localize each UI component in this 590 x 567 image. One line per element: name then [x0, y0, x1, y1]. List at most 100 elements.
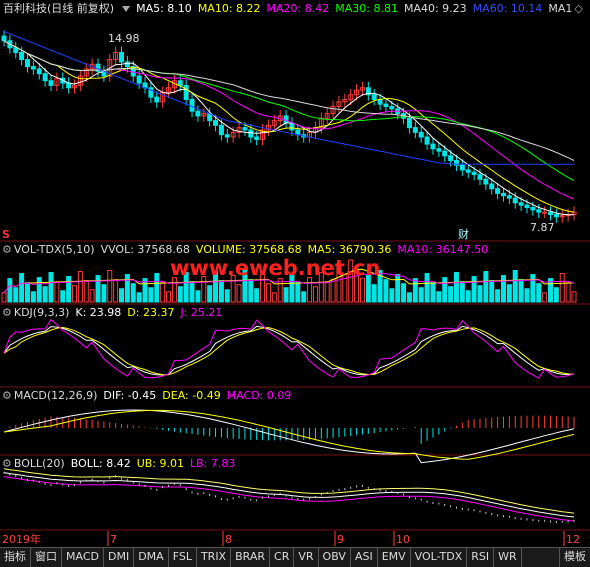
stock-chart[interactable]: 14.98 7.87 S 财 2019年 7 8 9 10 12 [0, 0, 590, 566]
low-price-label: 7.87 [530, 221, 555, 234]
volume-bar [25, 282, 31, 303]
volume-bar [506, 284, 512, 303]
candle-body [530, 206, 536, 211]
volume-bar [1, 292, 7, 303]
tab-vr[interactable]: VR [294, 548, 319, 567]
candle-body [459, 164, 465, 171]
candle-body [430, 143, 436, 150]
candle-body [189, 98, 195, 112]
candle-body [553, 214, 559, 218]
tab-fsl[interactable]: FSL [169, 548, 197, 567]
candle-body [436, 148, 442, 152]
candle-body [124, 61, 130, 68]
candle-body [412, 127, 418, 133]
candle-body [506, 195, 512, 199]
tab-dmi[interactable]: DMI [104, 548, 135, 567]
template-tab[interactable]: 模板 [559, 548, 590, 567]
volume-bar [442, 277, 448, 303]
candle-body [512, 197, 518, 204]
tab-brar[interactable]: BRAR [231, 548, 271, 567]
candle-body [371, 94, 377, 100]
volume-bar [7, 278, 13, 303]
volume-bar [101, 284, 107, 303]
tab-trix[interactable]: TRIX [197, 548, 232, 567]
volume-bar [436, 291, 442, 303]
volume-bar [471, 276, 477, 303]
x-label-12: 12 [566, 533, 580, 546]
candle-body [13, 47, 19, 54]
volume-bar [483, 271, 489, 303]
volume-bar [418, 287, 424, 303]
volume-bar [301, 291, 307, 303]
volume-bar [465, 290, 471, 303]
volume-bar [148, 287, 154, 303]
tab-vol-tdx[interactable]: VOL-TDX [411, 548, 468, 567]
volume-bar [559, 273, 565, 303]
candle-body [518, 202, 524, 206]
volume-bar [565, 282, 571, 303]
tab-窗口[interactable]: 窗口 [31, 548, 62, 567]
candle-body [242, 127, 248, 131]
volume-bar [553, 287, 559, 303]
candle-body [424, 136, 430, 145]
volume-bar [389, 288, 395, 303]
tab-指标[interactable]: 指标 [0, 548, 31, 567]
tab-rsi[interactable]: RSI [467, 548, 495, 567]
candle-body [495, 188, 501, 194]
candle-body [183, 84, 189, 100]
candle-body [224, 134, 230, 138]
candle-body [119, 52, 125, 63]
volume-bar [107, 270, 113, 303]
boll-lb-line [3, 476, 575, 522]
volume-bar [72, 285, 78, 303]
ma40-line [3, 40, 575, 161]
tab-emv[interactable]: EMV [378, 548, 411, 567]
volume-bar [265, 283, 271, 303]
j-line [3, 318, 575, 379]
candle-body [48, 80, 54, 86]
tab-cr[interactable]: CR [270, 548, 295, 567]
volume-bar [124, 274, 130, 303]
candle-body [19, 52, 25, 61]
volume-bar [459, 281, 465, 303]
volume-bar [13, 287, 19, 303]
candle-body [213, 120, 219, 126]
volume-bar [113, 279, 119, 303]
volume-bar [371, 284, 377, 303]
volume-bar [130, 283, 136, 303]
boll-mid-line [3, 472, 575, 518]
volume-bar [195, 290, 201, 303]
volume-bar [495, 289, 501, 303]
volume-bar [395, 274, 401, 303]
volume-bar [512, 270, 518, 303]
volume-bar [136, 292, 142, 303]
tab-asi[interactable]: ASI [351, 548, 378, 567]
x-label-8: 8 [225, 533, 232, 546]
x-label-10: 10 [396, 533, 410, 546]
dea-line [3, 409, 575, 460]
ma20-line [3, 40, 575, 200]
ma30-line [3, 40, 575, 182]
volume-bar [324, 281, 330, 303]
candle-body [448, 155, 454, 162]
volume-bar [236, 284, 242, 303]
volume-bar [383, 279, 389, 303]
volume-bar [542, 292, 548, 303]
volume-bar [254, 288, 260, 303]
volume-bar [30, 291, 36, 303]
volume-bar [271, 292, 277, 303]
tab-macd[interactable]: MACD [62, 548, 104, 567]
candle-body [248, 129, 254, 138]
indicator-tab-bar: 指标 窗口 MACD DMI DMA FSL TRIX BRAR CR VR OBV ASI EMV VO… [0, 547, 590, 567]
volume-bar [571, 291, 577, 303]
volume-bar [83, 280, 89, 303]
tab-wr[interactable]: WR [494, 548, 522, 567]
tab-dma[interactable]: DMA [134, 548, 169, 567]
candle-body [389, 106, 395, 110]
d-line [3, 326, 575, 376]
volume-bar [448, 286, 454, 303]
candle-body [542, 211, 548, 214]
cai-marker: 财 [458, 227, 469, 241]
tab-obv[interactable]: OBV [319, 548, 351, 567]
candle-body [377, 98, 383, 105]
